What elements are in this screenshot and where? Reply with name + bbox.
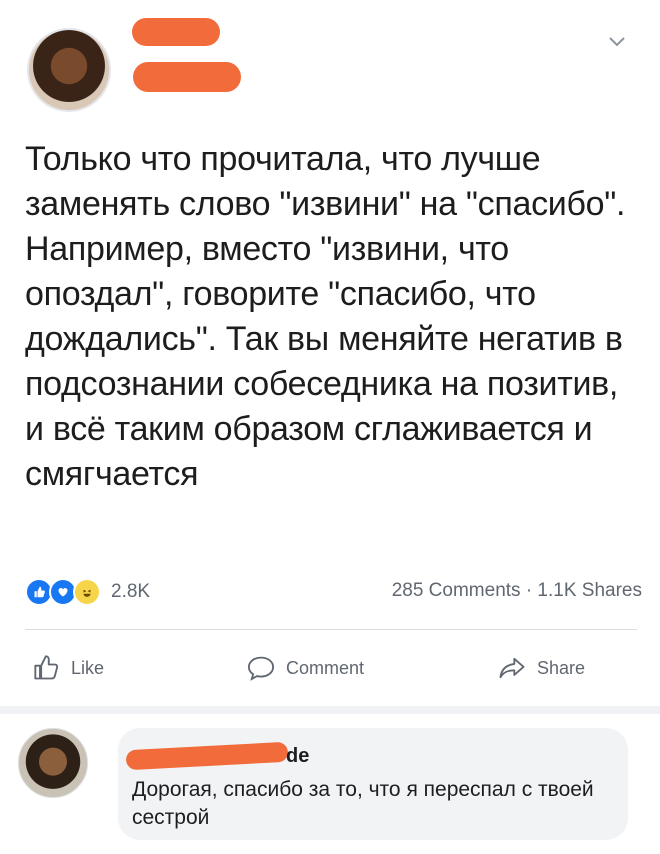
comment-icon — [247, 656, 275, 681]
chevron-down-icon[interactable] — [607, 32, 627, 52]
divider — [25, 629, 637, 630]
author-avatar[interactable] — [27, 28, 111, 112]
share-icon — [499, 657, 525, 679]
comment-bubble: de Дорогая, спасибо за то, что я переспа… — [118, 728, 628, 840]
share-label: Share — [537, 657, 586, 678]
thumbs-up-icon — [34, 655, 59, 680]
redacted-commenter-name — [125, 741, 289, 771]
comment-text: Дорогая, спасибо за то, что я переспал с… — [132, 778, 594, 829]
commenter-name-visible[interactable]: de — [286, 745, 309, 768]
redacted-author-name — [132, 18, 220, 46]
post-text: Только что прочитала, что лучше заменять… — [25, 140, 626, 493]
reaction-count[interactable]: 2.8K — [111, 581, 150, 603]
comment-section: de Дорогая, спасибо за то, что я переспа… — [0, 714, 660, 854]
commenter-avatar[interactable] — [18, 728, 88, 798]
share-button[interactable]: Share — [497, 650, 585, 686]
like-button[interactable]: Like — [33, 650, 104, 686]
comment-label: Comment — [286, 657, 365, 678]
comment-button[interactable]: Comment — [246, 650, 364, 686]
section-gap — [0, 706, 660, 714]
redacted-post-meta — [133, 62, 241, 92]
post-card: Только что прочитала, что лучше заменять… — [0, 0, 660, 706]
like-label: Like — [71, 657, 105, 678]
reactions-summary[interactable]: 2.8K — [25, 577, 150, 607]
haha-icon — [73, 578, 101, 606]
post-stats[interactable]: 285 Comments · 1.1K Shares — [392, 580, 642, 602]
